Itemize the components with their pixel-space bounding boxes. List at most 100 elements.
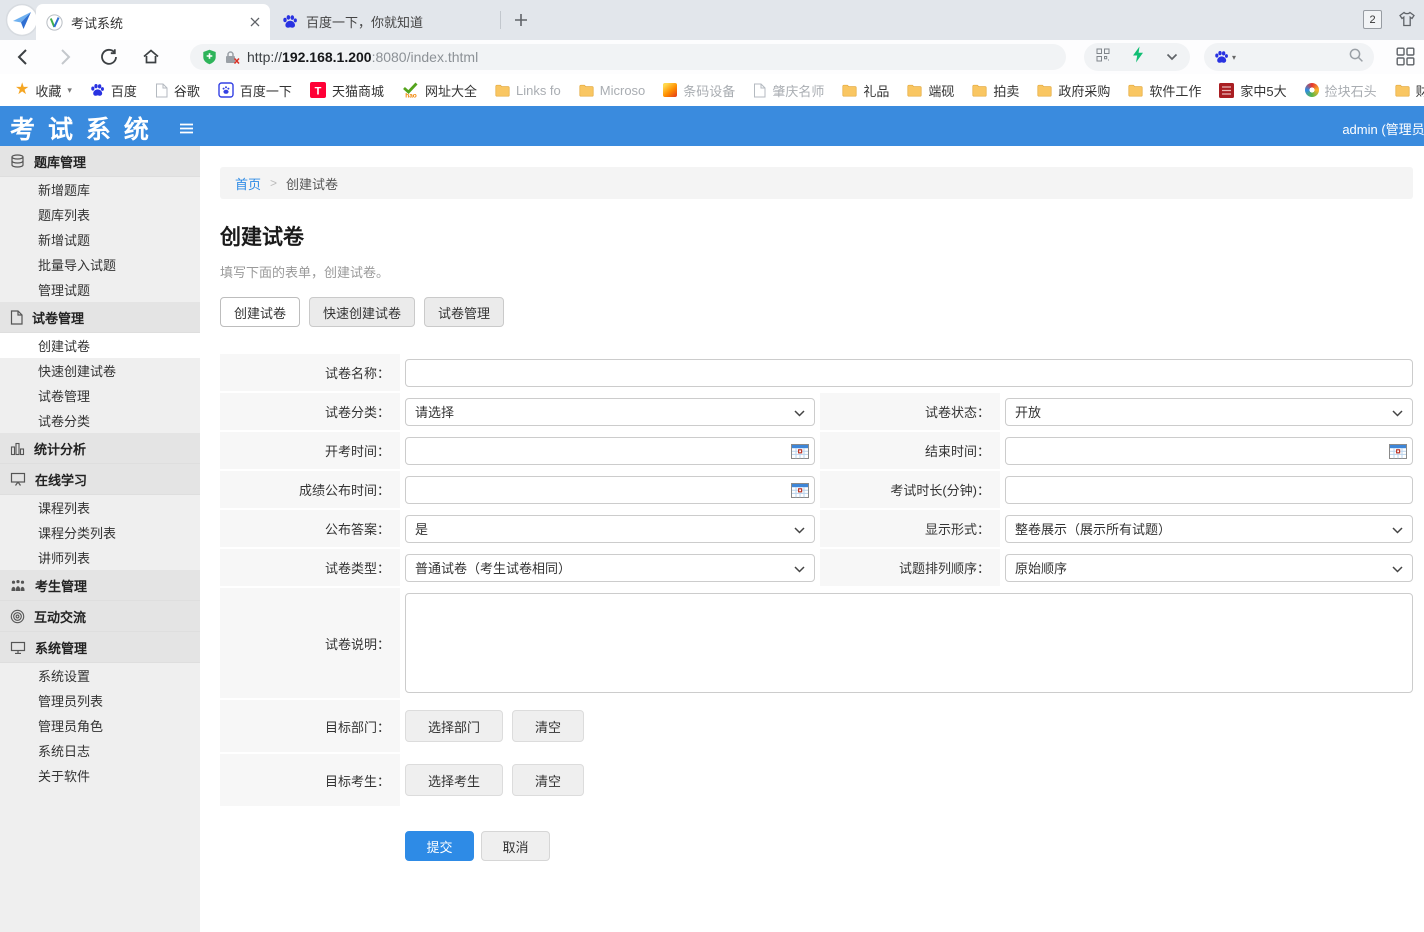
sidebar-item-bank-list[interactable]: 题库列表 [0, 202, 200, 227]
sidebar-item-admin-list[interactable]: 管理员列表 [0, 688, 200, 713]
sidebar-item-paper-manage[interactable]: 试卷管理 [0, 383, 200, 408]
search-box[interactable]: ▾ [1204, 43, 1374, 71]
bookmark-hao123[interactable]: hao网址大全 [393, 81, 486, 100]
bookmark-gifts-folder[interactable]: 礼品 [833, 81, 898, 100]
bookmark-auction-folder[interactable]: 拍卖 [963, 81, 1028, 100]
star-icon: ★ [15, 82, 29, 98]
sidebar-item-paper-category[interactable]: 试卷分类 [0, 408, 200, 433]
clear-students-button[interactable]: 清空 [512, 764, 584, 796]
tab-count-badge[interactable]: 2 [1363, 10, 1382, 29]
sidebar-item-system-settings[interactable]: 系统设置 [0, 663, 200, 688]
lightning-icon[interactable] [1132, 46, 1144, 68]
user-menu[interactable]: admin (管理员) [1342, 119, 1424, 138]
end-time-input[interactable] [1005, 437, 1413, 465]
breadcrumb-home-link[interactable]: 首页 [235, 174, 261, 193]
target-dept-label: 目标部门： [220, 700, 400, 752]
page-subtitle: 填写下面的表单，创建试卷。 [220, 262, 1413, 281]
tab-create-paper[interactable]: 创建试卷 [220, 297, 300, 327]
calendar-icon[interactable] [791, 482, 809, 503]
forward-button[interactable] [60, 48, 71, 71]
menu-toggle-icon[interactable] [179, 121, 194, 139]
apps-grid-icon[interactable] [1396, 47, 1415, 71]
sidebar-section-paper-management[interactable]: 试卷管理 [0, 302, 200, 333]
tab-baidu[interactable]: 百度一下，你就知道 [274, 8, 496, 34]
theme-shirt-icon[interactable] [1398, 11, 1416, 32]
browser-logo-button[interactable] [5, 3, 39, 37]
bookmark-zhaoqing[interactable]: 肇庆名师 [744, 81, 833, 100]
submit-button[interactable]: 提交 [405, 831, 474, 861]
bookmark-stone[interactable]: 捡块石头 [1296, 81, 1386, 100]
tab-quick-create-paper[interactable]: 快速创建试卷 [309, 297, 415, 327]
order-select[interactable]: 原始顺序 [1005, 554, 1413, 582]
calendar-icon[interactable] [791, 443, 809, 464]
bookmark-finance-folder[interactable]: 财经 [1386, 81, 1424, 100]
address-input[interactable]: http://192.168.1.200:8080/index.thtml [190, 44, 1066, 70]
bookmark-tmall[interactable]: T天猫商城 [301, 81, 393, 100]
clear-department-button[interactable]: 清空 [512, 710, 584, 742]
calendar-icon[interactable] [1389, 443, 1407, 464]
tab-paper-manage[interactable]: 试卷管理 [424, 297, 504, 327]
bookmark-baidu-yixia[interactable]: 百度一下 [209, 81, 301, 100]
paper-name-input[interactable] [405, 359, 1413, 387]
tab-exam-system[interactable]: 考试系统 [36, 4, 270, 40]
sidebar-item-course-category-list[interactable]: 课程分类列表 [0, 520, 200, 545]
bookmark-jiazhong[interactable]: 家中5大 [1210, 81, 1295, 100]
form-row-start-end: 开考时间： 结束时间： [220, 432, 1413, 469]
bookmark-links-folder[interactable]: Links fo [486, 83, 570, 98]
display-select[interactable]: 整卷展示（展示所有试题） [1005, 515, 1413, 543]
sidebar-item-admin-roles[interactable]: 管理员角色 [0, 713, 200, 738]
sidebar-item-import-questions[interactable]: 批量导入试题 [0, 252, 200, 277]
sidebar-section-interaction[interactable]: 互动交流 [0, 601, 200, 632]
sidebar-section-system-management[interactable]: 系统管理 [0, 632, 200, 663]
folder-icon [579, 84, 594, 97]
home-button[interactable] [142, 48, 160, 70]
bookmark-google[interactable]: 谷歌 [146, 81, 209, 100]
qr-code-icon[interactable] [1096, 48, 1110, 67]
new-tab-button[interactable] [514, 13, 528, 32]
select-students-button[interactable]: 选择考生 [405, 764, 503, 796]
barcode-site-icon [663, 83, 677, 97]
sidebar-item-add-question[interactable]: 新增试题 [0, 227, 200, 252]
tab-divider [500, 11, 501, 29]
svg-text:T: T [315, 86, 322, 98]
start-time-input[interactable] [405, 437, 815, 465]
bookmark-software-folder[interactable]: 软件工作 [1119, 81, 1210, 100]
back-button[interactable] [17, 48, 28, 71]
sidebar-section-online-learning[interactable]: 在线学习 [0, 464, 200, 495]
sidebar-item-teacher-list[interactable]: 讲师列表 [0, 545, 200, 570]
bookmark-barcode[interactable]: 条码设备 [654, 81, 744, 100]
bookmark-duanyan-folder[interactable]: 端砚 [898, 81, 963, 100]
order-label: 试题排列顺序： [820, 549, 1000, 586]
bookmark-gov-procurement-folder[interactable]: 政府采购 [1028, 81, 1119, 100]
sidebar-section-statistics[interactable]: 统计分析 [0, 433, 200, 464]
select-department-button[interactable]: 选择部门 [405, 710, 503, 742]
paper-description-textarea[interactable] [405, 593, 1413, 693]
sidebar-item-about[interactable]: 关于软件 [0, 763, 200, 788]
bookmark-baidu[interactable]: 百度 [81, 81, 146, 100]
answer-select[interactable]: 是 [405, 515, 815, 543]
cancel-button[interactable]: 取消 [481, 831, 550, 861]
sidebar-item-manage-questions[interactable]: 管理试题 [0, 277, 200, 302]
publish-time-input[interactable] [405, 476, 815, 504]
sidebar-item-quick-create-paper[interactable]: 快速创建试卷 [0, 358, 200, 383]
publish-time-label: 成绩公布时间： [220, 471, 400, 508]
sidebar-item-system-logs[interactable]: 系统日志 [0, 738, 200, 763]
bookmark-favorites[interactable]: ★收藏▾ [6, 81, 81, 100]
sidebar-section-question-bank[interactable]: 题库管理 [0, 146, 200, 177]
chevron-down-icon[interactable] [1166, 48, 1178, 66]
toolbar-controls [1084, 43, 1190, 71]
sidebar-item-add-bank[interactable]: 新增题库 [0, 177, 200, 202]
bookmark-microsoft-folder[interactable]: Microso [570, 83, 655, 98]
duration-input[interactable] [1005, 476, 1413, 504]
caret-down-icon[interactable]: ▾ [1232, 53, 1236, 62]
sidebar-item-course-list[interactable]: 课程列表 [0, 495, 200, 520]
reload-button[interactable] [100, 48, 118, 71]
search-icon[interactable] [1348, 47, 1364, 68]
sidebar-section-examinee-management[interactable]: 考生管理 [0, 570, 200, 601]
start-time-field [405, 437, 815, 465]
category-select[interactable]: 请选择 [405, 398, 815, 426]
close-icon[interactable] [250, 17, 260, 27]
type-select[interactable]: 普通试卷（考生试卷相同） [405, 554, 815, 582]
sidebar-item-create-paper[interactable]: 创建试卷 [0, 333, 200, 358]
status-select[interactable]: 开放 [1005, 398, 1413, 426]
